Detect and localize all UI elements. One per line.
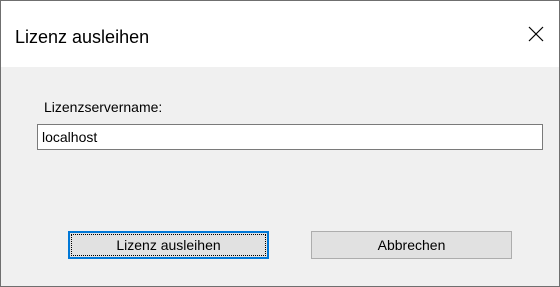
title-bar: Lizenz ausleihen (1, 1, 559, 67)
close-icon (528, 26, 544, 42)
server-name-input[interactable] (37, 124, 543, 150)
cancel-button[interactable]: Abbrechen (311, 231, 512, 259)
cancel-label: Abbrechen (377, 237, 446, 253)
borrow-license-button[interactable]: Lizenz ausleihen (68, 231, 269, 259)
window-title: Lizenz ausleihen (15, 27, 150, 47)
borrow-license-label: Lizenz ausleihen (116, 237, 221, 253)
dialog-window: Lizenz ausleihen Lizenzservername: Lizen… (0, 0, 560, 287)
close-button[interactable] (513, 17, 559, 51)
server-name-label: Lizenzservername: (44, 99, 163, 115)
dialog-body: Lizenzservername: Lizenz ausleihen Abbre… (1, 67, 559, 286)
